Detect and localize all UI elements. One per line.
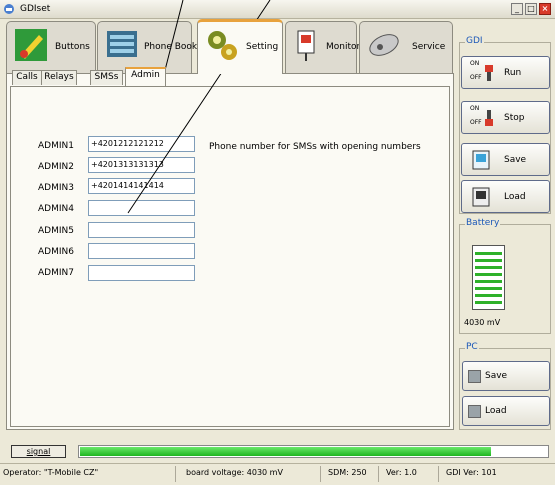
status-bar: Operator: "T-Mobile CZ" board voltage: 4… (0, 463, 555, 485)
status-sdm: SDM: 250 (328, 468, 367, 477)
admin1-field[interactable]: +4201212121212 (88, 136, 195, 152)
battery-segment (475, 301, 502, 304)
admin2-field[interactable]: +4201313131313 (88, 157, 195, 173)
save-device-icon (472, 150, 490, 170)
signal-progress-fill (80, 447, 491, 456)
subtab-relays[interactable]: Relays (41, 70, 77, 85)
pc-load-icon (468, 405, 481, 418)
admin3-label: ADMIN3 (38, 183, 74, 193)
on-off-label: ON OFF (470, 105, 482, 126)
service-icon (369, 34, 399, 56)
stop-button[interactable]: ON OFF Stop (461, 101, 550, 134)
battery-segment (475, 287, 502, 290)
admin2-label: ADMIN2 (38, 162, 74, 172)
battery-segment (475, 280, 502, 283)
admin6-label: ADMIN6 (38, 247, 74, 257)
battery-segment (475, 259, 502, 262)
switch-on-icon (485, 65, 493, 81)
monitor-icon (297, 30, 315, 61)
window-title: GDIset (20, 4, 51, 14)
pc-load-button[interactable]: Load (462, 396, 550, 426)
pc-save-label: Save (485, 371, 508, 381)
pc-load-label: Load (485, 406, 507, 416)
title-bar: GDIset _ □ × (0, 0, 555, 19)
gdi-save-button[interactable]: Save (461, 143, 550, 176)
gdi-load-label: Load (504, 192, 526, 202)
run-label: Run (504, 68, 522, 78)
admin3-field[interactable]: +4201414141414 (88, 178, 195, 194)
tab-monitor-label: Monitor (326, 42, 361, 52)
admin1-label: ADMIN1 (38, 141, 74, 151)
minimize-button[interactable]: _ (511, 3, 523, 15)
app-icon (4, 4, 14, 14)
tab-service-label: Service (412, 42, 446, 52)
tab-setting-label: Setting (246, 42, 279, 52)
admin7-label: ADMIN7 (38, 268, 74, 278)
admin4-label: ADMIN4 (38, 204, 74, 214)
battery-segment (475, 252, 502, 255)
admin5-field[interactable] (88, 222, 195, 238)
tab-service[interactable]: Service (359, 21, 453, 73)
status-version: Ver: 1.0 (386, 468, 417, 477)
signal-button[interactable]: signal (11, 445, 66, 458)
phonebook-icon (107, 31, 137, 57)
tab-buttons[interactable]: Buttons (6, 21, 96, 73)
status-voltage: board voltage: 4030 mV (186, 468, 283, 477)
battery-indicator (472, 245, 505, 310)
on-off-label: ON OFF (470, 60, 482, 81)
status-operator: Operator: "T-Mobile CZ" (3, 468, 99, 477)
load-device-icon (472, 187, 490, 207)
admin-description: Phone number for SMSs with opening numbe… (209, 142, 421, 152)
tab-phone-book-label: Phone Book (144, 42, 198, 52)
maximize-button[interactable]: □ (525, 3, 537, 15)
admin5-label: ADMIN5 (38, 226, 74, 236)
battery-segment (475, 273, 502, 276)
battery-segment (475, 294, 502, 297)
tab-monitor[interactable]: Monitor (285, 21, 361, 73)
buttons-icon (15, 29, 47, 61)
tab-phone-book[interactable]: Phone Book (97, 21, 197, 73)
stop-label: Stop (504, 113, 525, 123)
status-gdi-version: GDI Ver: 101 (446, 468, 497, 477)
subtab-calls[interactable]: Calls (12, 70, 42, 85)
gdi-group-label: GDI (465, 36, 484, 46)
pc-save-icon (468, 370, 481, 383)
switch-off-icon (485, 110, 493, 126)
subtab-smss[interactable]: SMSs (90, 70, 123, 85)
battery-group-label: Battery (465, 218, 501, 228)
admin4-field[interactable] (88, 200, 195, 216)
tab-setting[interactable]: Setting (197, 19, 283, 74)
close-button[interactable]: × (539, 3, 551, 15)
pc-save-button[interactable]: Save (462, 361, 550, 391)
gears-icon (208, 31, 237, 60)
gdi-load-button[interactable]: Load (461, 180, 550, 213)
admin6-field[interactable] (88, 243, 195, 259)
signal-progress-bar (78, 445, 549, 458)
battery-voltage: 4030 mV (464, 318, 501, 327)
battery-segment (475, 266, 502, 269)
tab-buttons-label: Buttons (55, 42, 90, 52)
admin-panel (10, 86, 450, 427)
subtab-admin[interactable]: Admin (125, 67, 166, 86)
admin7-field[interactable] (88, 265, 195, 281)
gdi-save-label: Save (504, 155, 527, 165)
run-button[interactable]: ON OFF Run (461, 56, 550, 89)
pc-group-label: PC (465, 342, 479, 352)
